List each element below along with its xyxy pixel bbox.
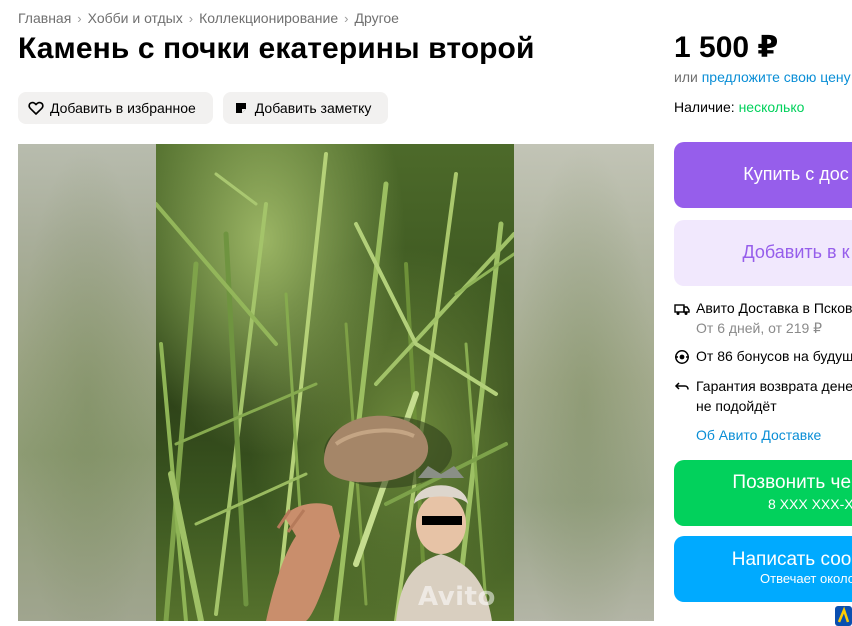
buy-with-delivery-button[interactable]: Купить с дос [674, 142, 852, 208]
breadcrumb-separator-icon: › [188, 10, 194, 26]
guarantee-line-2: не подойдёт [696, 398, 777, 414]
bonus-icon [674, 349, 690, 365]
message-button-label: Написать сооб [731, 549, 852, 570]
offer-price-line: или предложите свою цену [674, 69, 851, 85]
about-delivery-link[interactable]: Об Авито Доставке [696, 427, 821, 443]
breadcrumb-home[interactable]: Главная [18, 10, 71, 26]
note-icon [233, 100, 249, 116]
write-message-button[interactable]: Написать сооб Отвечает около [674, 536, 852, 602]
heart-icon [28, 100, 44, 116]
availability: Наличие: несколько [674, 99, 804, 115]
price: 1 500 ₽ [674, 31, 779, 64]
corner-logo-icon [835, 606, 852, 626]
reply-time: Отвечает около [760, 571, 852, 586]
buy-button-label: Купить с дос [743, 164, 849, 184]
return-arrow-icon [674, 379, 690, 395]
availability-value: несколько [738, 99, 805, 115]
add-to-favorites-button[interactable]: Добавить в избранное [18, 92, 213, 124]
photo-gallery[interactable]: Avito [18, 144, 654, 621]
guarantee-line-1: Гарантия возврата денег [696, 378, 852, 394]
phone-number: 8 XXX XXX-X [768, 496, 852, 512]
breadcrumb: Главная › Хобби и отдых › Коллекциониров… [18, 10, 399, 26]
delivery-title: Авито Доставка в Псков [696, 300, 852, 316]
gallery-blur-right [514, 144, 654, 621]
listing-actions: Добавить в избранное Добавить заметку [18, 92, 389, 124]
offer-price-link[interactable]: предложите свою цену [702, 69, 851, 85]
breadcrumb-separator-icon: › [344, 10, 349, 26]
availability-label: Наличие: [674, 99, 735, 115]
listing-photo[interactable]: Avito [156, 144, 514, 621]
breadcrumb-other[interactable]: Другое [354, 10, 398, 26]
avito-watermark: Avito [418, 582, 496, 612]
call-button[interactable]: Позвонить чер 8 XXX XXX-X [674, 460, 852, 526]
breadcrumb-separator-icon: › [77, 10, 82, 26]
add-note-button[interactable]: Добавить заметку [222, 92, 389, 124]
page-title: Камень с почки екатерины второй [18, 32, 535, 65]
offer-prefix: или [674, 69, 698, 85]
truck-icon [674, 301, 690, 317]
breadcrumb-collecting[interactable]: Коллекционирование [199, 10, 338, 26]
delivery-subtitle: От 6 дней, от 219 ₽ [696, 320, 823, 336]
add-to-favorites-label: Добавить в избранное [50, 100, 196, 116]
add-note-label: Добавить заметку [254, 100, 372, 116]
breadcrumb-hobby[interactable]: Хобби и отдых [88, 10, 183, 26]
grass-stone-photo [156, 152, 514, 621]
call-button-label: Позвонить чер [732, 472, 852, 493]
bonus-text: От 86 бонусов на будущ [696, 348, 852, 364]
gallery-blur-left [18, 144, 156, 621]
add-to-cart-button[interactable]: Добавить в к [674, 220, 852, 286]
cart-button-label: Добавить в к [742, 242, 850, 262]
